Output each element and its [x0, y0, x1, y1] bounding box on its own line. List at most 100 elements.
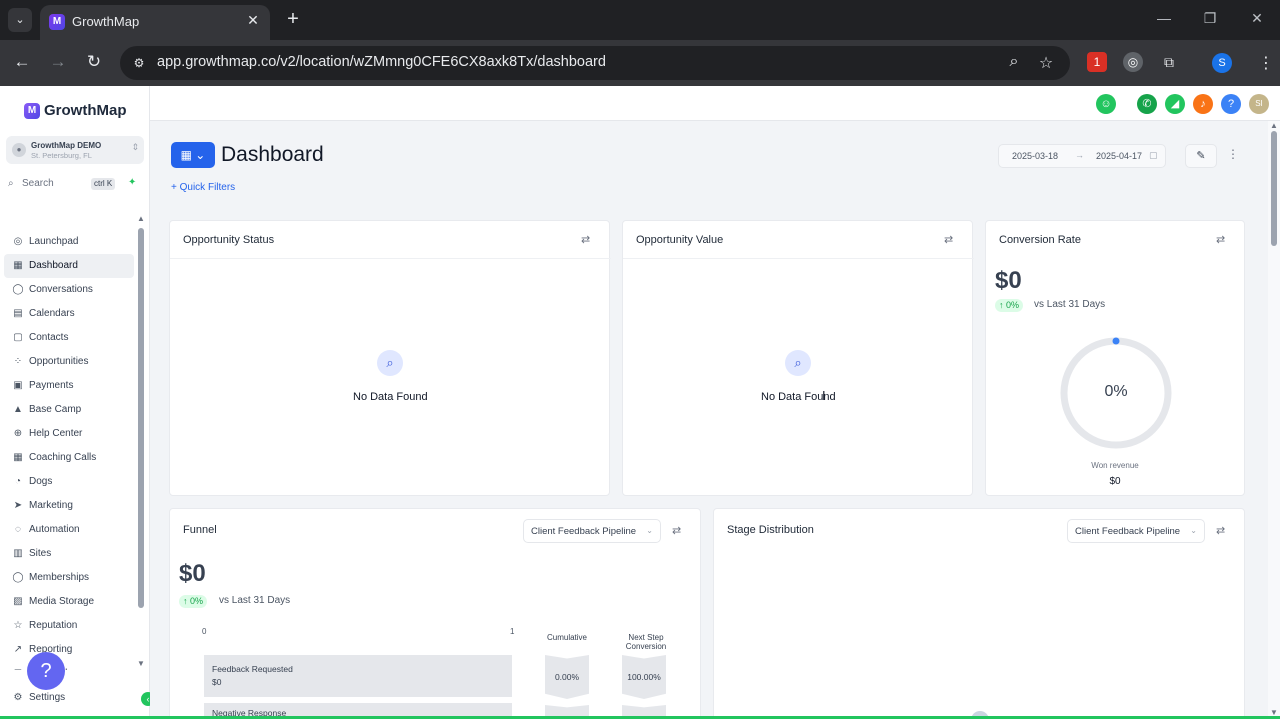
url-text[interactable]: app.growthmap.co/v2/location/wZMmng0CFE6…	[157, 54, 606, 70]
sidebar-item-sites[interactable]: ▥ Sites	[4, 542, 134, 566]
sidebar-item-base-camp[interactable]: ▲ Base Camp	[4, 398, 134, 422]
close-window-button[interactable]: ✕	[1247, 10, 1267, 27]
star-icon[interactable]: ☆	[1036, 53, 1056, 73]
extension-badge-icon[interactable]: 1	[1087, 52, 1107, 72]
bell-icon[interactable]: ♪	[1193, 94, 1213, 114]
sidebar-item-help-center[interactable]: ⊕ Help Center	[4, 422, 134, 446]
location-switcher[interactable]: ● GrowthMap DEMO St. Petersburg, FL ⇕	[6, 136, 144, 164]
sidebar-item-payments[interactable]: ▣ Payments	[4, 374, 134, 398]
filter-settings-icon[interactable]: ⇄	[581, 233, 590, 246]
dashboard-switcher-button[interactable]: ▦ ⌄	[171, 142, 215, 168]
sidebar-item-reporting[interactable]: ↗ Reporting	[4, 638, 134, 662]
new-tab-button[interactable]: +	[282, 8, 304, 30]
help-chat-button[interactable]: ?	[27, 652, 65, 690]
forward-button[interactable]: →	[47, 52, 69, 72]
pipeline-select-value: Client Feedback Pipeline	[1075, 526, 1181, 537]
chevron-down-icon: ⌄	[1190, 526, 1197, 535]
sidebar-item-memberships[interactable]: ◯ Memberships	[4, 566, 134, 590]
scroll-down-icon[interactable]: ▼	[137, 659, 145, 668]
conversion-rate-card: Conversion Rate ⇄ $0 ↑ 0% vs Last 31 Day…	[985, 220, 1245, 496]
profile-avatar[interactable]: S	[1212, 53, 1232, 73]
stage-value: $0	[212, 677, 222, 687]
stage-name: Feedback Requested	[212, 664, 293, 674]
address-bar[interactable]: ⚙ app.growthmap.co/v2/location/wZMmng0CF…	[120, 46, 1070, 80]
media-icon: ▨	[13, 596, 23, 607]
sidebar-scrollbar[interactable]: ▲ ▼	[137, 214, 145, 669]
location-name: GrowthMap DEMO	[31, 141, 102, 150]
date-range-picker[interactable]: 2025-03-18 → 2025-04-17 ▢	[998, 144, 1166, 168]
edit-dashboard-button[interactable]: ✎	[1185, 144, 1217, 168]
sidebar-item-label: Sites	[29, 548, 52, 559]
close-icon[interactable]: ✕	[244, 12, 262, 29]
kebab-icon[interactable]: ⋮	[1258, 53, 1274, 73]
bolt-icon[interactable]: ✦	[128, 177, 136, 188]
filter-settings-icon[interactable]: ⇄	[1216, 233, 1225, 246]
tab-title: GrowthMap	[72, 14, 140, 29]
megaphone-icon[interactable]: ◢	[1165, 94, 1185, 114]
sidebar-item-contacts[interactable]: ▢ Contacts	[4, 326, 134, 350]
won-revenue-label: Won revenue	[1091, 461, 1139, 470]
sidebar-item-media-storage[interactable]: ▨ Media Storage	[4, 590, 134, 614]
tune-icon[interactable]: ⚙	[130, 54, 148, 72]
calendar-icon: ▢	[1149, 150, 1158, 160]
scroll-up-icon[interactable]: ▲	[137, 214, 145, 223]
chevron-down-icon: ⌄	[15, 14, 25, 26]
sidebar-item-settings[interactable]: ⚙ Settings	[4, 686, 134, 710]
sidebar-item-coaching-calls[interactable]: ▦ Coaching Calls	[4, 446, 134, 470]
puzzle-icon[interactable]: ⧉	[1159, 52, 1179, 72]
sidebar-item-marketing[interactable]: ➤ Marketing	[4, 494, 134, 518]
minimize-button[interactable]: —	[1154, 10, 1174, 26]
sidebar-item-launchpad[interactable]: ◎ Launchpad	[4, 230, 134, 254]
filter-settings-icon[interactable]: ⇄	[944, 233, 953, 246]
quick-filters-button[interactable]: + Quick Filters	[171, 182, 235, 193]
pipeline-select[interactable]: Client Feedback Pipeline ⌄	[1067, 519, 1205, 543]
user-avatar-icon[interactable]: SI	[1249, 94, 1269, 114]
sidebar-item-opportunities[interactable]: ⁘ Opportunities	[4, 350, 134, 374]
brand-name: GrowthMap	[44, 102, 127, 119]
robot-icon[interactable]: ☺	[1096, 94, 1116, 114]
back-button[interactable]: ←	[11, 52, 33, 72]
next-step-header: Next Step Conversion	[625, 633, 667, 651]
donut-progress-marker	[1112, 337, 1120, 345]
sidebar-item-label: Marketing	[29, 500, 73, 511]
extension-icon[interactable]: ◎	[1123, 52, 1143, 72]
funnel-stage-bar[interactable]: Feedback Requested $0	[204, 655, 512, 697]
pipeline-select[interactable]: Client Feedback Pipeline ⌄	[523, 519, 661, 543]
phone-icon[interactable]: ✆	[1137, 94, 1157, 114]
sidebar-item-label: Automation	[29, 524, 80, 535]
filter-settings-icon[interactable]: ⇄	[1216, 524, 1225, 537]
sidebar-item-reputation[interactable]: ☆ Reputation	[4, 614, 134, 638]
more-options-icon[interactable]: ⋮	[1227, 147, 1239, 161]
help-icon[interactable]: ?	[1221, 94, 1241, 114]
restore-button[interactable]: ❐	[1200, 10, 1220, 27]
sidebar-item-marketplace[interactable]: ⊞Marketplace	[4, 662, 134, 670]
sidebar-item-label: Calendars	[29, 308, 75, 319]
comparison-label: vs Last 31 Days	[219, 595, 291, 606]
filter-settings-icon[interactable]: ⇄	[672, 524, 681, 537]
reload-button[interactable]: ↻	[83, 52, 105, 72]
page-scroll-thumb[interactable]	[1271, 131, 1277, 246]
zoom-icon[interactable]: ⌕	[1004, 53, 1024, 71]
location-city: St. Petersburg, FL	[31, 151, 92, 160]
sidebar-scroll-thumb[interactable]	[138, 228, 144, 608]
axis-min-label: 0	[202, 627, 207, 636]
sidebar-search[interactable]: ⌕ Search ctrl K ✦	[8, 177, 140, 193]
sidebar-item-conversations[interactable]: ◯ Conversations	[4, 278, 134, 302]
next-step-cell: 100.00%	[622, 655, 666, 699]
scroll-up-icon[interactable]: ▲	[1270, 121, 1278, 130]
page-scrollbar[interactable]: ▲ ▼	[1268, 121, 1280, 719]
close-icon: ✕	[1251, 10, 1263, 26]
search-icon: ⌕	[8, 178, 14, 189]
sidebar-item-calendars[interactable]: ▤ Calendars	[4, 302, 134, 326]
tab-search-button[interactable]: ⌄	[8, 8, 32, 32]
sidebar-item-automation[interactable]: ◌ Automation	[4, 518, 134, 542]
browser-tab[interactable]: M GrowthMap ✕	[40, 5, 270, 40]
sidebar-item-label: Base Camp	[29, 404, 82, 415]
sidebar-item-label: Contacts	[29, 332, 69, 343]
sidebar-item-dashboard[interactable]: ▦ Dashboard	[4, 254, 134, 278]
chat-icon: ◯	[12, 284, 24, 295]
plus-icon: +	[287, 8, 299, 30]
dog-icon: ◔	[14, 476, 22, 487]
chevron-down-icon: ⌄	[646, 526, 653, 535]
sidebar-item-dogs[interactable]: ◔ Dogs	[4, 470, 134, 494]
